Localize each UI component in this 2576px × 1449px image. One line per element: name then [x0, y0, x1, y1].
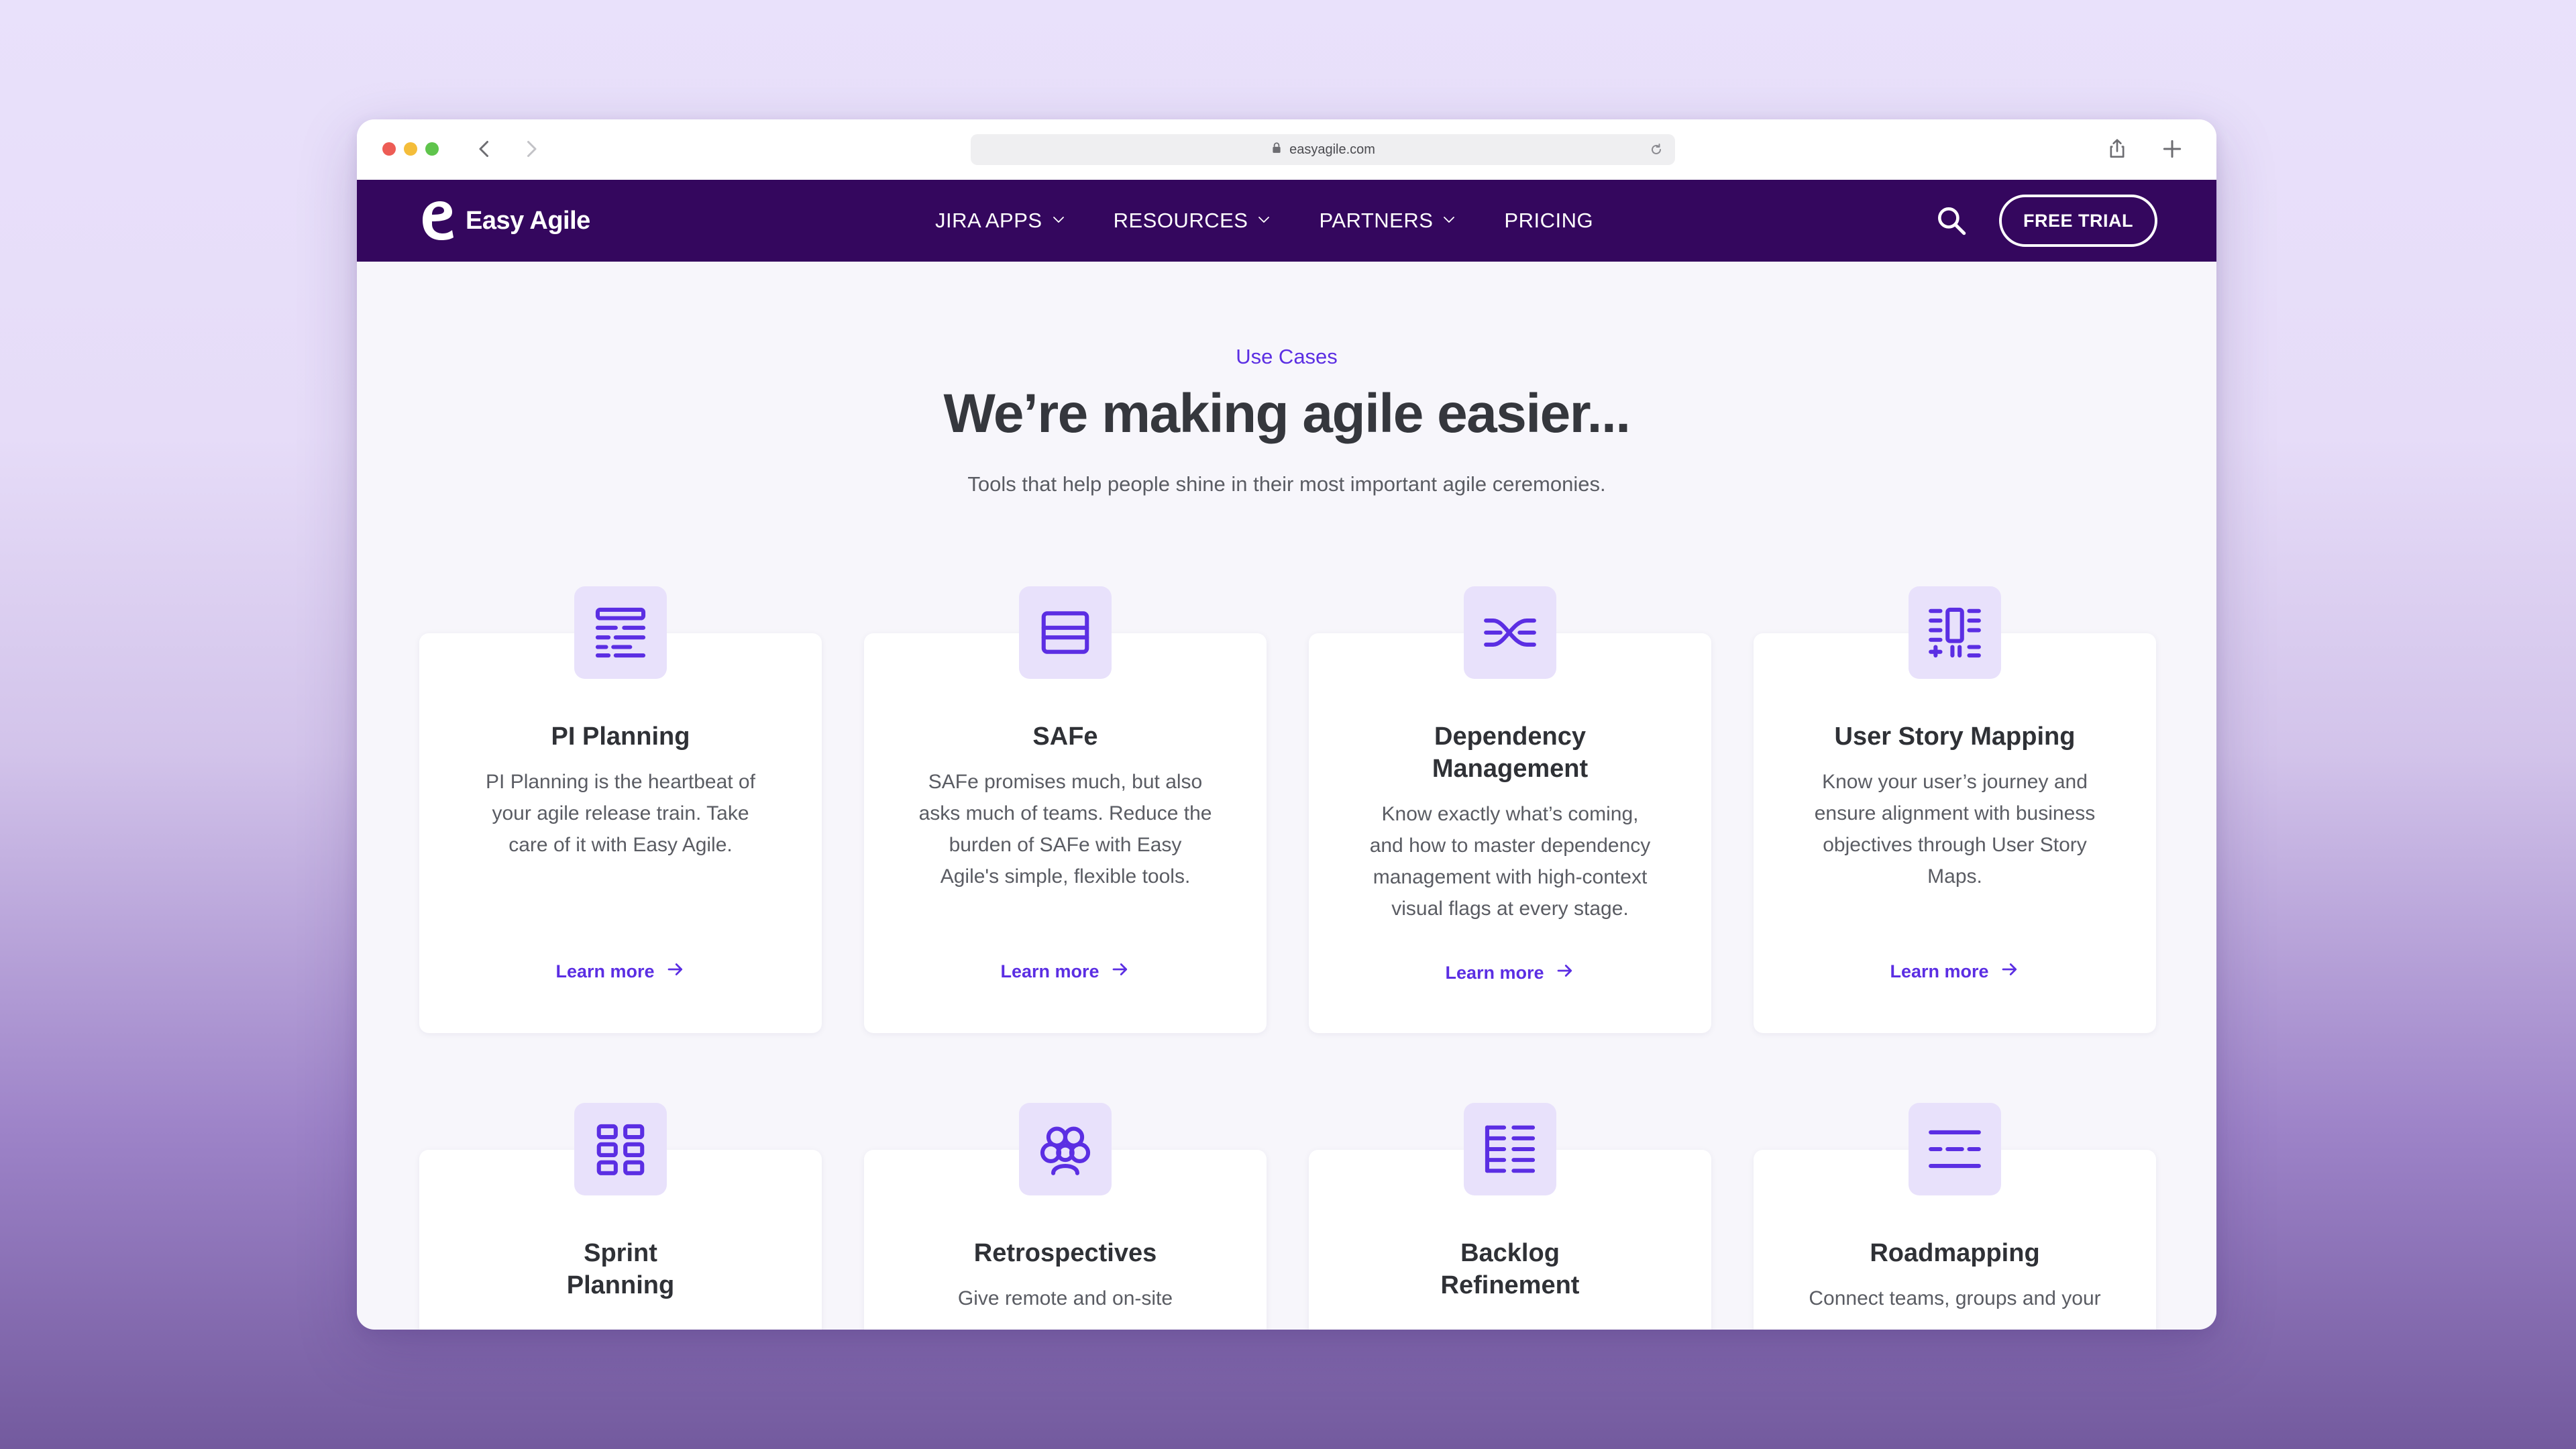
close-window-button[interactable] — [382, 142, 396, 156]
description-line: care of it with Easy Agile. — [508, 834, 733, 856]
roadmap-icon — [1909, 1103, 2001, 1195]
description-line: Maps. — [1927, 865, 1982, 888]
card-title: User Story Mapping — [1834, 722, 2076, 751]
menu-label: RESOURCES — [1113, 209, 1248, 232]
forward-icon[interactable] — [519, 137, 543, 161]
card-title: Roadmapping — [1870, 1239, 2040, 1267]
backlog-icon — [1464, 1103, 1556, 1195]
description-line: objectives through User Story — [1823, 834, 2087, 856]
arrow-right-icon — [1555, 961, 1575, 985]
card-description: Connect teams, groups and your — [1754, 1283, 2156, 1314]
learn-more-label: Learn more — [1890, 961, 1989, 981]
section-eyebrow: Use Cases — [1236, 345, 1338, 368]
menu-item-partners[interactable]: PARTNERS — [1319, 209, 1457, 233]
arrow-right-icon — [665, 959, 686, 984]
card-description: Know your user’s journey and ensure alig… — [1754, 766, 2156, 892]
sprint-grid-icon — [574, 1103, 667, 1195]
card-description: SAFe promises much, but also asks much o… — [864, 766, 1267, 892]
maximize-window-button[interactable] — [425, 142, 439, 156]
lock-icon — [1271, 142, 1283, 158]
address-bar[interactable]: easyagile.com — [971, 134, 1675, 165]
learn-more-label: Learn more — [1000, 961, 1099, 981]
learn-more-link[interactable]: Learn more — [419, 959, 822, 984]
card-title-line: Sprint — [584, 1239, 657, 1267]
card-title: PI Planning — [551, 722, 690, 751]
card-description: Give remote and on-site — [864, 1283, 1267, 1314]
card-title-line: Dependency — [1434, 722, 1586, 751]
menu-label: PRICING — [1504, 209, 1594, 232]
description-line: visual flags at every stage. — [1391, 898, 1629, 920]
chevron-down-icon — [1441, 209, 1457, 233]
description-line: Know exactly what’s coming, — [1381, 803, 1639, 825]
chevron-down-icon — [1256, 209, 1272, 233]
page-subtitle: Tools that help people shine in their mo… — [967, 472, 1606, 496]
description-line: Connect teams, groups and your — [1809, 1287, 2101, 1309]
dependency-icon — [1464, 586, 1556, 679]
description-line: your agile release train. Take — [492, 802, 749, 824]
site-header: Easy Agile JIRA APPS RESOURCES PARTNERS … — [357, 180, 2216, 262]
brand-logo[interactable]: Easy Agile — [416, 197, 590, 245]
share-icon[interactable] — [2104, 136, 2131, 162]
description-line: SAFe promises much, but also — [928, 771, 1203, 793]
learn-more-link[interactable]: Learn more — [1754, 959, 2156, 984]
back-icon[interactable] — [472, 137, 496, 161]
pi-planning-icon — [574, 586, 667, 679]
search-icon[interactable] — [1935, 204, 1968, 237]
card-description: Know exactly what’s coming, and how to m… — [1309, 798, 1711, 924]
learn-more-label: Learn more — [1445, 963, 1544, 983]
minimize-window-button[interactable] — [404, 142, 417, 156]
brand-name: Easy Agile — [466, 207, 590, 235]
use-case-card-dependency-management[interactable]: Dependency Management Know exactly what’… — [1309, 586, 1711, 1033]
use-case-card-user-story-mapping[interactable]: User Story Mapping Know your user’s jour… — [1754, 586, 2156, 1033]
description-line: and how to master dependency — [1369, 835, 1651, 857]
description-line: Give remote and on-site — [957, 1287, 1173, 1309]
page-title: We’re making agile easier... — [943, 383, 1631, 444]
use-case-card-roadmapping[interactable]: Roadmapping Connect teams, groups and yo… — [1754, 1103, 2156, 1330]
card-title: Retrospectives — [973, 1239, 1157, 1267]
new-tab-icon[interactable] — [2159, 136, 2186, 162]
description-line: asks much of teams. Reduce the — [918, 802, 1212, 824]
card-title-line: Management — [1432, 755, 1589, 783]
safe-icon — [1019, 586, 1112, 679]
learn-more-link[interactable]: Learn more — [1309, 961, 1711, 985]
url-text: easyagile.com — [1289, 142, 1375, 157]
description-line: burden of SAFe with Easy — [949, 834, 1182, 856]
chevron-down-icon — [1051, 209, 1067, 233]
use-case-card-pi-planning[interactable]: PI Planning PI Planning is the heartbeat… — [419, 586, 822, 1033]
menu-label: JIRA APPS — [935, 209, 1042, 232]
description-line: PI Planning is the heartbeat of — [486, 771, 755, 793]
card-title-line: Refinement — [1440, 1271, 1580, 1299]
reload-icon[interactable] — [1648, 142, 1664, 158]
use-case-card-sprint-planning[interactable]: Sprint Planning — [419, 1103, 822, 1330]
card-description: PI Planning is the heartbeat of your agi… — [419, 766, 822, 861]
description-line: Know your user’s journey and — [1822, 771, 2088, 793]
retrospective-icon — [1019, 1103, 1112, 1195]
easy-agile-logo-icon — [416, 197, 456, 245]
browser-window: easyagile.com Easy Agile JIRA APPS RESOU… — [357, 119, 2216, 1330]
description-line: ensure alignment with business — [1814, 802, 2096, 824]
learn-more-label: Learn more — [555, 961, 655, 981]
menu-item-pricing[interactable]: PRICING — [1504, 209, 1593, 233]
free-trial-button[interactable]: FREE TRIAL — [1999, 195, 2157, 247]
menu-label: PARTNERS — [1319, 209, 1434, 232]
main-menu: JIRA APPS RESOURCES PARTNERS PRICING — [935, 180, 1640, 262]
use-case-card-safe[interactable]: SAFe SAFe promises much, but also asks m… — [864, 586, 1267, 1033]
use-case-card-retrospectives[interactable]: Retrospectives Give remote and on-site — [864, 1103, 1267, 1330]
card-title-line: Planning — [566, 1271, 675, 1299]
story-map-icon — [1909, 586, 2001, 679]
description-line: Agile's simple, flexible tools. — [940, 865, 1191, 888]
arrow-right-icon — [1110, 959, 1130, 984]
learn-more-link[interactable]: Learn more — [864, 959, 1267, 984]
description-line: management with high-context — [1373, 866, 1648, 888]
use-case-card-backlog-refinement[interactable]: Backlog Refinement — [1309, 1103, 1711, 1330]
menu-item-resources[interactable]: RESOURCES — [1114, 209, 1273, 233]
menu-item-jira-apps[interactable]: JIRA APPS — [935, 209, 1067, 233]
browser-toolbar: easyagile.com — [357, 119, 2216, 180]
card-title: SAFe — [1032, 722, 1098, 751]
card-title-line: Backlog — [1460, 1239, 1560, 1267]
arrow-right-icon — [2000, 959, 2020, 984]
